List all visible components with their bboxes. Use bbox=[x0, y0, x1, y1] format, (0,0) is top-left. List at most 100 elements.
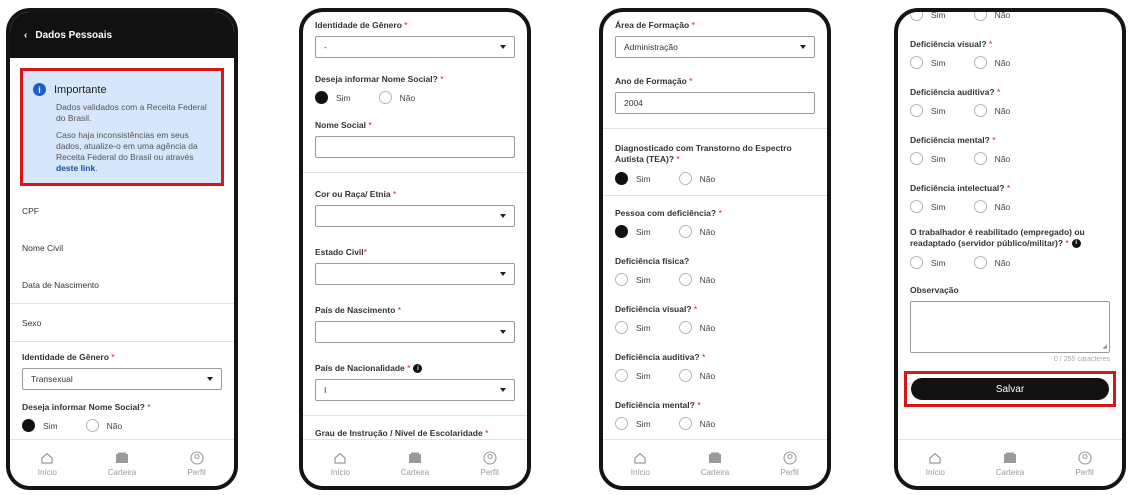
observacao-textarea[interactable]: ◢ bbox=[910, 301, 1110, 353]
identidade-label: Identidade de Gênero * bbox=[315, 20, 408, 30]
radio-sim[interactable]: Sim bbox=[615, 369, 651, 382]
nav-wallet[interactable]: Carteira bbox=[980, 450, 1040, 477]
save-button[interactable]: Salvar bbox=[911, 378, 1109, 400]
pais-nacionalidade-select[interactable]: I bbox=[315, 379, 515, 402]
radio-sim[interactable]: Sim bbox=[22, 419, 58, 432]
radio-sim[interactable]: Sim bbox=[910, 200, 946, 213]
home-icon bbox=[40, 450, 54, 466]
resize-handle-icon[interactable]: ◢ bbox=[1102, 343, 1107, 350]
radio-nao[interactable]: Não bbox=[973, 104, 1010, 117]
auditiva-question: Deficiência auditiva? * bbox=[615, 352, 706, 362]
radio-sim[interactable]: Sim bbox=[615, 321, 651, 334]
important-notice: i Importante Dados validados com a Recei… bbox=[20, 68, 224, 186]
observacao-label: Observação bbox=[910, 285, 959, 295]
radio-sim[interactable]: Sim bbox=[910, 152, 946, 165]
field-data-nascimento: Data de Nascimento bbox=[22, 279, 100, 290]
ano-formacao-input[interactable]: 2004 bbox=[615, 92, 815, 114]
radio-nao[interactable]: Não bbox=[85, 419, 122, 432]
nome-social-input[interactable] bbox=[315, 136, 515, 158]
radio-nao[interactable]: Não bbox=[378, 91, 415, 104]
profile-icon bbox=[483, 450, 497, 466]
chevron-down-icon bbox=[500, 45, 506, 49]
radio-nao[interactable]: Não bbox=[678, 369, 715, 382]
home-icon bbox=[928, 450, 942, 466]
identidade-label: Identidade de Gênero * bbox=[22, 352, 115, 362]
auditiva-question: Deficiência auditiva? * bbox=[910, 87, 1001, 97]
phone-screen-1: ‹ Dados Pessoais i Importante Dados vali… bbox=[6, 8, 238, 490]
cor-select[interactable] bbox=[315, 205, 515, 227]
save-highlight: Salvar bbox=[904, 371, 1116, 407]
nav-profile[interactable]: Perfil bbox=[460, 450, 520, 477]
info-icon[interactable]: i bbox=[413, 364, 423, 374]
notice-text-1: Dados validados com a Receita Federal do… bbox=[56, 102, 207, 123]
phone-screen-3: Área de Formação * Administração Ano de … bbox=[599, 8, 831, 490]
radio-nao[interactable]: Não bbox=[973, 12, 1010, 21]
radio-nao[interactable]: Não bbox=[678, 225, 715, 238]
info-icon: i bbox=[33, 83, 46, 96]
nav-home[interactable]: Início bbox=[17, 450, 77, 477]
reabilitado-question: O trabalhador é reabilitado (empregado) … bbox=[910, 227, 1085, 249]
pais-nacionalidade-label: País de Nacionalidade * i bbox=[303, 363, 527, 374]
visual-question: Deficiência visual? * bbox=[615, 304, 698, 314]
area-formacao-label: Área de Formação * bbox=[615, 20, 695, 30]
radio-nao[interactable]: Não bbox=[973, 256, 1010, 269]
radio-sim[interactable]: Sim bbox=[910, 104, 946, 117]
radio-nao[interactable]: Não bbox=[678, 273, 715, 286]
nav-profile[interactable]: Perfil bbox=[760, 450, 820, 477]
page-title: Dados Pessoais bbox=[35, 29, 113, 41]
radio-nao[interactable]: Não bbox=[678, 417, 715, 430]
radio-nao[interactable]: Não bbox=[973, 56, 1010, 69]
identidade-select[interactable]: Transexual bbox=[22, 368, 222, 390]
wallet-icon bbox=[708, 450, 722, 466]
field-cpf: CPF bbox=[22, 205, 39, 216]
radio-sim[interactable]: Sim bbox=[615, 225, 651, 238]
chevron-down-icon bbox=[500, 214, 506, 218]
radio-sim[interactable]: Sim bbox=[910, 56, 946, 69]
identidade-select[interactable]: - bbox=[315, 36, 515, 58]
nome-social-question: Deseja informar Nome Social? * bbox=[22, 402, 151, 412]
radio-sim[interactable]: Sim bbox=[615, 172, 651, 185]
intelectual-question: Deficiência intelectual? * bbox=[910, 183, 1011, 193]
bottom-nav: Início Carteira Perfil bbox=[898, 439, 1122, 486]
estado-civil-select[interactable] bbox=[315, 263, 515, 285]
pais-nascimento-label: País de Nascimento * bbox=[315, 305, 401, 315]
chevron-down-icon bbox=[800, 45, 806, 49]
back-icon[interactable]: ‹ bbox=[24, 30, 27, 41]
radio-sim[interactable]: Sim bbox=[910, 12, 946, 21]
nav-home[interactable]: Início bbox=[610, 450, 670, 477]
pais-nascimento-select[interactable] bbox=[315, 321, 515, 343]
profile-icon bbox=[1078, 450, 1092, 466]
radio-nao[interactable]: Não bbox=[678, 172, 715, 185]
wallet-icon bbox=[1003, 450, 1017, 466]
radio-nao[interactable]: Não bbox=[973, 200, 1010, 213]
radio-sim[interactable]: Sim bbox=[315, 91, 351, 104]
radio-sim[interactable]: Sim bbox=[615, 273, 651, 286]
chevron-down-icon bbox=[207, 377, 213, 381]
nav-wallet[interactable]: Carteira bbox=[92, 450, 152, 477]
nav-profile[interactable]: Perfil bbox=[167, 450, 227, 477]
radio-sim[interactable]: Sim bbox=[615, 417, 651, 430]
nav-wallet[interactable]: Carteira bbox=[685, 450, 745, 477]
receita-link[interactable]: deste link bbox=[56, 163, 95, 173]
nav-home[interactable]: Início bbox=[310, 450, 370, 477]
radio-nao[interactable]: Não bbox=[973, 152, 1010, 165]
nav-profile[interactable]: Perfil bbox=[1055, 450, 1115, 477]
home-icon bbox=[633, 450, 647, 466]
bottom-nav: Início Carteira Perfil bbox=[10, 439, 234, 486]
chevron-down-icon bbox=[500, 330, 506, 334]
profile-icon bbox=[190, 450, 204, 466]
field-sexo: Sexo bbox=[22, 317, 42, 328]
phone-screen-4: Sim Não Deficiência visual? * Sim Não De… bbox=[894, 8, 1126, 490]
area-formacao-select[interactable]: Administração bbox=[615, 36, 815, 58]
char-counter: 0 / 255 caracteres bbox=[1053, 356, 1110, 363]
nome-social-label: Nome Social * bbox=[315, 120, 372, 130]
radio-nao[interactable]: Não bbox=[678, 321, 715, 334]
info-icon[interactable]: i bbox=[1071, 239, 1081, 249]
bottom-nav: Início Carteira Perfil bbox=[303, 439, 527, 486]
bottom-nav: Início Carteira Perfil bbox=[603, 439, 827, 486]
pcd-question: Pessoa com deficiência? * bbox=[615, 208, 722, 218]
radio-sim[interactable]: Sim bbox=[910, 256, 946, 269]
tea-question: Diagnosticado com Transtorno do Espectro… bbox=[615, 143, 792, 164]
nav-home[interactable]: Início bbox=[905, 450, 965, 477]
nav-wallet[interactable]: Carteira bbox=[385, 450, 445, 477]
